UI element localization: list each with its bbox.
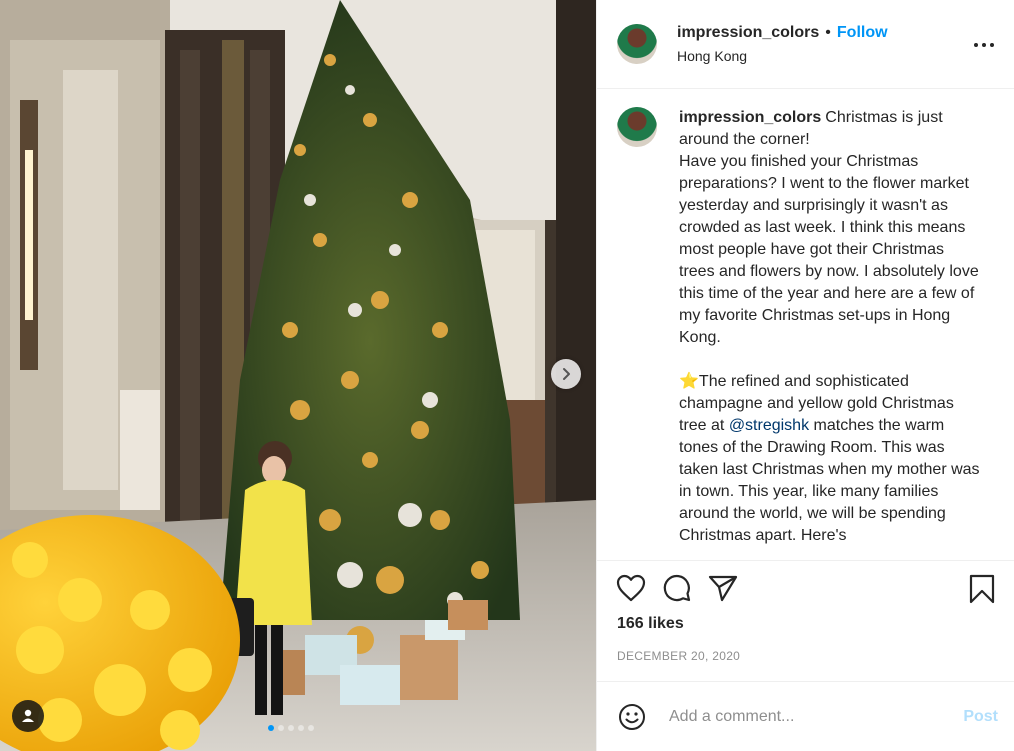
carousel-dot	[268, 725, 274, 731]
post-comment-button[interactable]: Post	[963, 708, 998, 726]
smiley-icon	[619, 703, 645, 730]
post-actions	[597, 561, 1014, 615]
caption-username[interactable]: impression_colors	[679, 109, 821, 126]
comment-icon	[663, 574, 691, 602]
bookmark-icon	[969, 574, 995, 604]
user-icon	[22, 709, 34, 722]
follow-button[interactable]: Follow	[837, 24, 888, 42]
author-username[interactable]: impression_colors	[677, 24, 819, 42]
share-button[interactable]	[707, 572, 739, 604]
carousel-dot	[288, 725, 294, 731]
post-author-info: impression_colors • Follow Hong Kong	[677, 24, 888, 64]
comment-input[interactable]	[667, 706, 964, 727]
chevron-right-icon	[563, 368, 570, 380]
emoji-button[interactable]	[617, 702, 647, 732]
star-icon: ⭐	[679, 373, 699, 390]
more-options-icon[interactable]	[974, 35, 994, 55]
post-header: impression_colors • Follow Hong Kong	[597, 0, 1014, 89]
tagged-users-button[interactable]	[12, 700, 44, 732]
carousel-dot	[298, 725, 304, 731]
next-photo-button[interactable]	[551, 359, 581, 389]
post-date[interactable]: DECEMBER 20, 2020	[597, 649, 1014, 669]
post-location[interactable]: Hong Kong	[677, 48, 888, 64]
share-icon	[708, 575, 738, 602]
comment-button[interactable]	[661, 572, 693, 604]
separator-dot: •	[825, 24, 831, 41]
like-button[interactable]	[615, 572, 647, 604]
comment-bar: Post	[597, 681, 1014, 751]
like-count[interactable]: 166 likes	[597, 615, 1014, 637]
mention-link[interactable]: @stregishk	[729, 417, 809, 434]
caption-line: matches the warm tones of the Drawing Ro…	[679, 417, 980, 544]
caption-section: impression_colors Christmas is just aroun…	[597, 89, 1014, 561]
carousel-dot	[308, 725, 314, 731]
carousel-dot	[278, 725, 284, 731]
post-details-panel: impression_colors • Follow Hong Kong imp…	[596, 0, 1014, 751]
caption-line: Have you finished your Christmas prepara…	[679, 153, 979, 346]
heart-icon	[616, 574, 646, 602]
photo-scene	[0, 0, 596, 751]
avatar[interactable]	[617, 107, 657, 147]
post-photo[interactable]	[0, 0, 596, 751]
caption-text: impression_colors Christmas is just aroun…	[679, 107, 984, 560]
carousel-indicator	[268, 725, 314, 731]
avatar[interactable]	[617, 24, 657, 64]
post-dialog: impression_colors • Follow Hong Kong imp…	[0, 0, 1014, 751]
save-button[interactable]	[966, 573, 998, 605]
